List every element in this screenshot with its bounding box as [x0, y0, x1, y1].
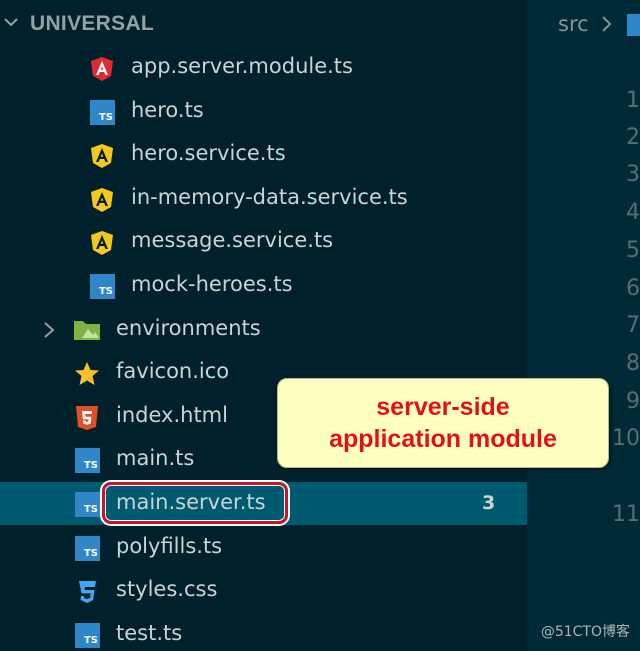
file-item-message-service[interactable]: message.service.ts	[0, 220, 527, 263]
line-number: 8	[626, 351, 640, 376]
file-label: test.ts	[116, 621, 183, 645]
file-item-styles-css[interactable]: styles.css	[0, 569, 527, 612]
file-label: polyfills.ts	[116, 534, 223, 558]
file-label: hero.ts	[131, 98, 204, 122]
angular-yellow-icon	[91, 231, 113, 255]
file-item-test-ts[interactable]: TS test.ts	[0, 613, 527, 651]
html5-icon	[76, 406, 98, 430]
typescript-icon: TS	[90, 274, 115, 299]
angular-yellow-icon	[91, 188, 113, 212]
file-item-polyfills[interactable]: TS polyfills.ts	[0, 526, 527, 569]
callout-line-1: server-side	[376, 393, 510, 421]
section-title: UNIVERSAL	[30, 12, 155, 35]
line-number: 11	[612, 502, 640, 527]
file-label: styles.css	[116, 577, 218, 601]
typescript-icon[interactable]	[627, 14, 640, 36]
star-icon	[75, 362, 99, 385]
chevron-right-icon[interactable]	[40, 320, 58, 340]
explorer-panel: UNIVERSAL app.server.module.ts TS hero.t…	[0, 0, 527, 651]
file-label: index.html	[116, 403, 228, 427]
file-label: in-memory-data.service.ts	[131, 185, 408, 209]
explorer-section-header[interactable]: UNIVERSAL	[0, 0, 527, 46]
file-label: message.service.ts	[131, 228, 334, 252]
file-item-mock-heroes[interactable]: TS mock-heroes.ts	[0, 264, 527, 307]
breadcrumb-src[interactable]: src	[558, 12, 589, 36]
file-item-hero-ts[interactable]: TS hero.ts	[0, 90, 527, 133]
file-label: mock-heroes.ts	[131, 272, 293, 296]
folder-icon	[74, 321, 100, 340]
typescript-icon: TS	[75, 623, 100, 648]
file-label: environments	[116, 316, 261, 340]
annotation-callout: server-side application module	[277, 378, 609, 468]
highlight-box	[102, 482, 288, 524]
line-number: 7	[626, 313, 640, 338]
typescript-icon: TS	[75, 492, 100, 517]
line-number: 4	[626, 200, 640, 225]
file-item-in-memory-data-service[interactable]: in-memory-data.service.ts	[0, 177, 527, 220]
callout-line-2: application module	[329, 425, 557, 453]
angular-red-icon	[91, 57, 113, 81]
typescript-icon: TS	[75, 536, 100, 561]
file-item-hero-service[interactable]: hero.service.ts	[0, 133, 527, 176]
editor-panel: src 1 2 3 4 5 6 7 8 9 10 11	[527, 0, 640, 651]
file-label: favicon.ico	[116, 359, 230, 383]
line-number: 5	[626, 238, 640, 263]
angular-yellow-icon	[91, 144, 113, 168]
problems-badge: 3	[482, 492, 496, 514]
file-item-app-server-module[interactable]: app.server.module.ts	[0, 46, 527, 89]
line-number: 6	[626, 276, 640, 301]
chevron-down-icon[interactable]	[2, 13, 20, 31]
file-label: main.ts	[116, 446, 195, 470]
line-number: 1	[626, 88, 640, 113]
typescript-icon: TS	[75, 448, 100, 473]
typescript-icon: TS	[90, 100, 115, 125]
folder-item-environments[interactable]: environments	[0, 308, 527, 351]
watermark: @51CTO博客	[540, 624, 630, 640]
file-label: hero.service.ts	[131, 141, 286, 165]
line-number: 3	[626, 162, 640, 187]
line-number: 2	[626, 125, 640, 150]
file-label: app.server.module.ts	[131, 54, 353, 78]
chevron-right-icon	[602, 16, 612, 32]
css3-icon	[79, 581, 96, 603]
